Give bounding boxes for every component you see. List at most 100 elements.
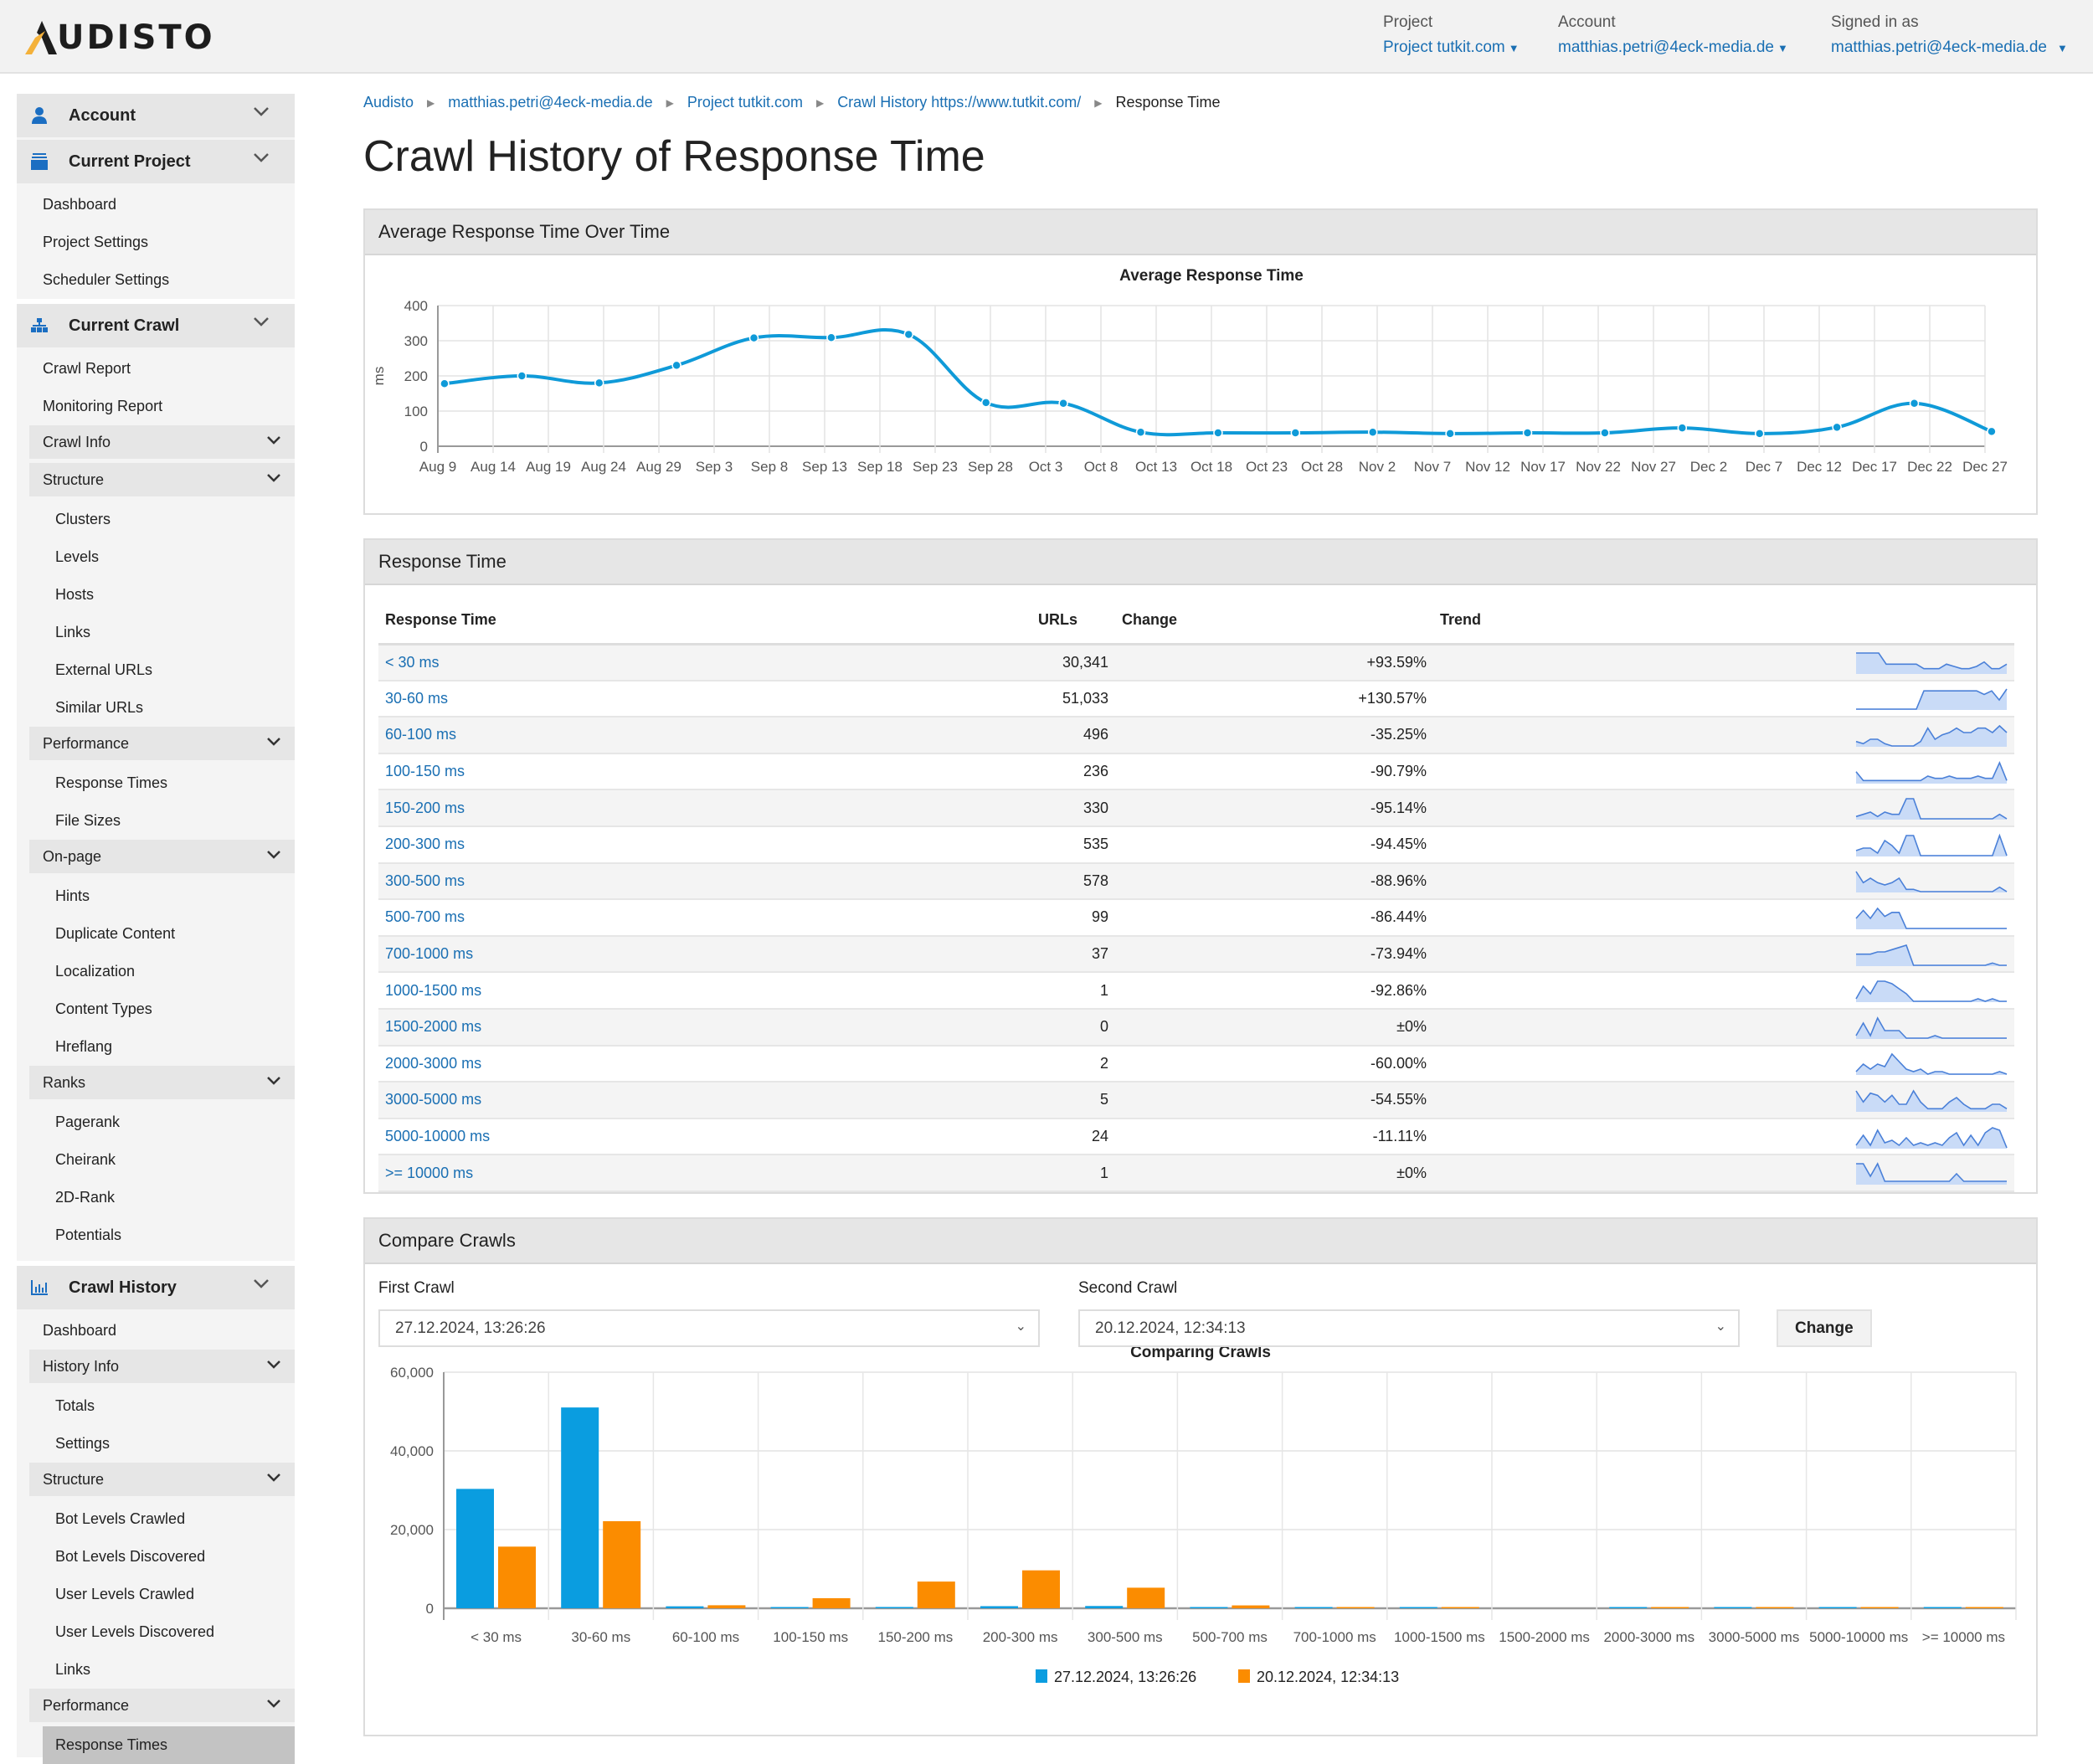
data-point — [517, 371, 527, 381]
column-header-change: Change — [1115, 597, 1433, 645]
cell-trend — [1433, 1045, 2014, 1083]
x-tick-label: Dec 12 — [1797, 459, 1842, 475]
sidebar-item-history-response-times[interactable]: Response Times — [43, 1726, 295, 1764]
sidebar-item-bot-levels-discovered[interactable]: Bot Levels Discovered — [17, 1538, 295, 1576]
x-tick-label: Nov 22 — [1576, 459, 1621, 475]
sidebar-item-external-urls[interactable]: External URLs — [17, 651, 295, 689]
response-time-link[interactable]: 1000-1500 ms — [385, 982, 481, 999]
first-crawl-value: 27.12.2024, 13:26:26 — [395, 1319, 546, 1337]
response-time-link[interactable]: 150-200 ms — [385, 800, 465, 816]
user-dropdown[interactable]: matthias.petri@4eck-media.de ▼ — [1831, 39, 2068, 57]
response-time-link[interactable]: 60-100 ms — [385, 726, 456, 743]
sidebar-group-label: Ranks — [43, 1074, 86, 1091]
response-time-link[interactable]: 300-500 ms — [385, 872, 465, 889]
response-time-link[interactable]: 2000-3000 ms — [385, 1055, 481, 1072]
breadcrumb-account[interactable]: matthias.petri@4eck-media.de — [448, 94, 652, 111]
sidebar-item-cheirank[interactable]: Cheirank — [17, 1141, 295, 1179]
x-tick-label: Oct 8 — [1084, 459, 1118, 475]
panel-title: Compare Crawls — [365, 1219, 2036, 1264]
sidebar-item-history-links[interactable]: Links — [17, 1651, 295, 1689]
sidebar-section-current-project[interactable]: Current Project — [17, 140, 295, 183]
sidebar-section-account[interactable]: Account — [17, 94, 295, 137]
response-time-panel: Response Time Response Time URLs Change … — [363, 538, 2038, 1194]
sidebar-item-levels[interactable]: Levels — [17, 538, 295, 576]
response-time-link[interactable]: 1500-2000 ms — [385, 1018, 481, 1035]
sidebar-group-history-info[interactable]: History Info — [29, 1350, 295, 1383]
sidebar-item-settings[interactable]: Settings — [17, 1425, 295, 1463]
response-time-link[interactable]: 700-1000 ms — [385, 945, 473, 962]
sidebar-item-localization[interactable]: Localization — [17, 953, 295, 990]
cell-urls: 0 — [1031, 1008, 1115, 1047]
sidebar-group-history-performance[interactable]: Performance — [29, 1689, 295, 1722]
y-tick-label: 100 — [404, 404, 428, 419]
sidebar-item-scheduler-settings[interactable]: Scheduler Settings — [17, 261, 295, 299]
sidebar-item-hreflang[interactable]: Hreflang — [17, 1028, 295, 1066]
sidebar-item-user-levels-discovered[interactable]: User Levels Discovered — [17, 1613, 295, 1651]
x-tick-label: Nov 7 — [1414, 459, 1451, 475]
sidebar-item-similar-urls[interactable]: Similar URLs — [17, 689, 295, 727]
sidebar-group-crawl-info[interactable]: Crawl Info — [29, 425, 295, 459]
bar — [1923, 1607, 1962, 1608]
response-time-link[interactable]: < 30 ms — [385, 654, 440, 671]
sidebar-item-response-times[interactable]: Response Times — [17, 764, 295, 802]
response-time-link[interactable]: 30-60 ms — [385, 690, 448, 707]
response-time-link[interactable]: 100-150 ms — [385, 763, 465, 779]
cell-trend — [1433, 1082, 2014, 1119]
x-tick-label: Aug 19 — [526, 459, 571, 475]
breadcrumb-audisto[interactable]: Audisto — [363, 94, 414, 111]
response-time-link[interactable]: 5000-10000 ms — [385, 1128, 490, 1144]
caret-down-icon: ▼ — [1777, 42, 1788, 54]
sidebar-item-bot-levels-crawled[interactable]: Bot Levels Crawled — [17, 1500, 295, 1538]
sidebar-item-totals[interactable]: Totals — [17, 1387, 295, 1425]
sidebar-item-pagerank[interactable]: Pagerank — [17, 1103, 295, 1141]
response-time-link[interactable]: 3000-5000 ms — [385, 1091, 481, 1108]
sidebar-item-monitoring-report[interactable]: Monitoring Report — [17, 388, 295, 425]
account-dropdown[interactable]: matthias.petri@4eck-media.de ▼ — [1558, 39, 1788, 57]
sidebar-item-crawl-report[interactable]: Crawl Report — [17, 350, 295, 388]
trend-sparkline — [1855, 724, 2008, 747]
y-tick-label: 0 — [426, 1601, 434, 1617]
cell-trend — [1433, 1118, 2014, 1156]
sidebar-item-user-levels-crawled[interactable]: User Levels Crawled — [17, 1576, 295, 1613]
sidebar-item-file-sizes[interactable]: File Sizes — [17, 802, 295, 840]
response-time-link[interactable]: 500-700 ms — [385, 908, 465, 925]
sidebar-group-onpage[interactable]: On-page — [29, 840, 295, 873]
breadcrumb-project[interactable]: Project tutkit.com — [687, 94, 803, 111]
sidebar-group-ranks[interactable]: Ranks — [29, 1066, 295, 1099]
x-tick-label: Nov 27 — [1631, 459, 1676, 475]
sidebar-group-performance[interactable]: Performance — [29, 727, 295, 760]
chevron-down-icon: ⌄ — [1015, 1319, 1026, 1334]
response-time-link[interactable]: 200-300 ms — [385, 836, 465, 852]
sidebar-item-history-dashboard[interactable]: Dashboard — [17, 1312, 295, 1350]
project-dropdown-value: Project tutkit.com — [1383, 39, 1505, 56]
sidebar-item-project-settings[interactable]: Project Settings — [17, 224, 295, 261]
sidebar-item-content-types[interactable]: Content Types — [17, 990, 295, 1028]
sidebar-item-dashboard[interactable]: Dashboard — [17, 186, 295, 224]
sidebar-section-crawl-history[interactable]: Crawl History — [17, 1266, 295, 1309]
sidebar-group-label: Structure — [43, 1471, 105, 1488]
project-dropdown[interactable]: Project tutkit.com ▼ — [1383, 39, 1520, 57]
sidebar-item-hints[interactable]: Hints — [17, 877, 295, 915]
sidebar-section-current-crawl[interactable]: Current Crawl — [17, 304, 295, 347]
sidebar-item-hosts[interactable]: Hosts — [17, 576, 295, 614]
cell-change: -94.45% — [1115, 825, 1433, 864]
x-tick-label: Sep 18 — [857, 459, 903, 475]
data-point — [826, 332, 836, 342]
sidebar-group-history-structure[interactable]: Structure — [29, 1463, 295, 1496]
sidebar-item-links[interactable]: Links — [17, 614, 295, 651]
response-time-link[interactable]: >= 10000 ms — [385, 1165, 473, 1181]
sidebar-group-structure[interactable]: Structure — [29, 463, 295, 496]
second-crawl-select[interactable]: 20.12.2024, 12:34:13 ⌄ — [1078, 1309, 1740, 1347]
audisto-logo[interactable]: UDISTO — [23, 18, 215, 57]
sidebar-item-duplicate-content[interactable]: Duplicate Content — [17, 915, 295, 953]
sidebar-item-2d-rank[interactable]: 2D-Rank — [17, 1179, 295, 1216]
breadcrumb-crawl-history[interactable]: Crawl History https://www.tutkit.com/ — [837, 94, 1081, 111]
x-tick-label: Aug 9 — [419, 459, 456, 475]
first-crawl-select[interactable]: 27.12.2024, 13:26:26 ⌄ — [378, 1309, 1040, 1347]
cell-response-time: 2000-3000 ms — [378, 1045, 1031, 1083]
table-header-row: Response Time URLs Change Trend — [378, 597, 2014, 645]
sidebar-item-clusters[interactable]: Clusters — [17, 501, 295, 538]
sidebar-item-potentials[interactable]: Potentials — [17, 1216, 295, 1254]
change-button[interactable]: Change — [1777, 1309, 1872, 1347]
column-header-urls: URLs — [1031, 597, 1115, 645]
